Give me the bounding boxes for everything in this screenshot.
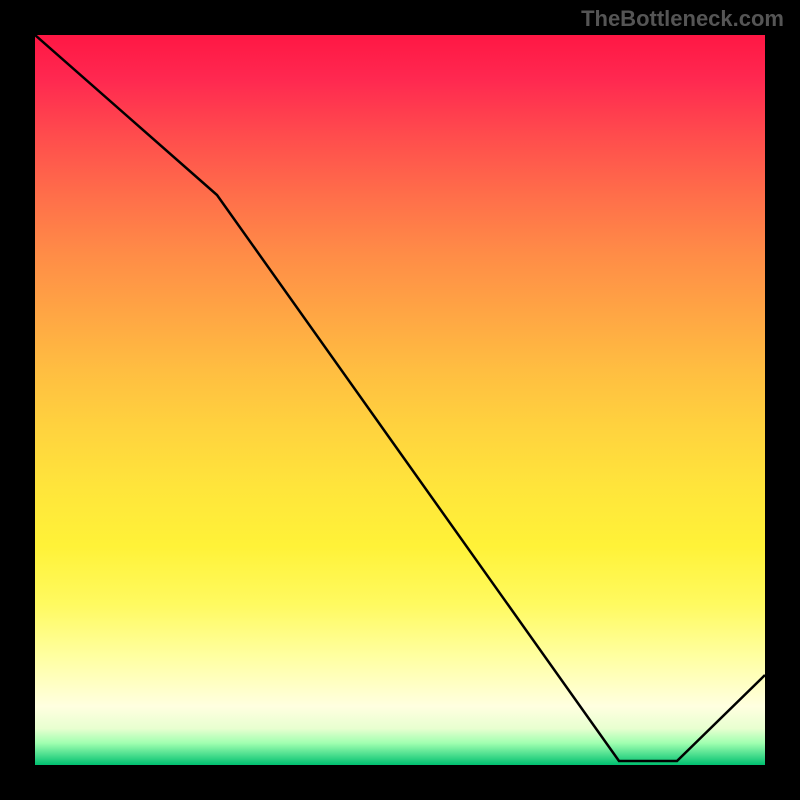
bottleneck-line xyxy=(35,35,765,761)
line-plot xyxy=(35,35,765,765)
chart-container: TheBottleneck.com xyxy=(0,0,800,800)
plot-area xyxy=(35,35,765,765)
watermark-text: TheBottleneck.com xyxy=(581,6,784,32)
